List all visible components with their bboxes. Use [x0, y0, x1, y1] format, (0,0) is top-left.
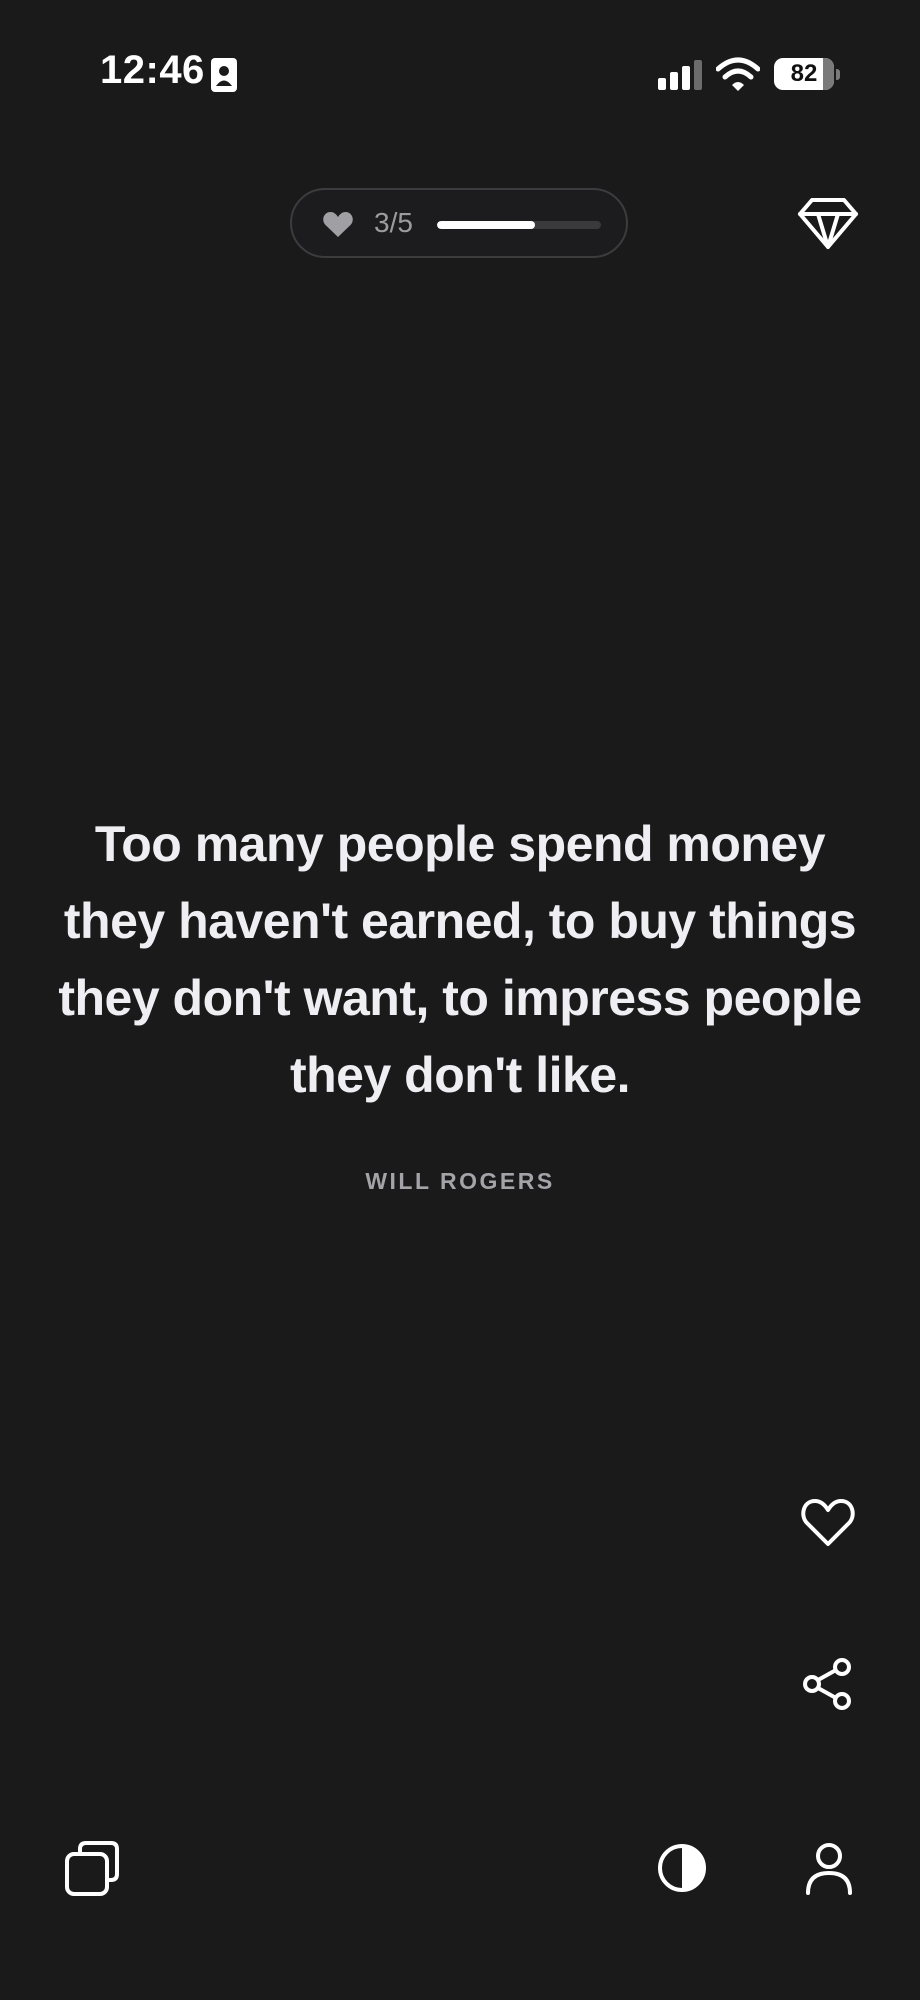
streak-progress-bar — [437, 221, 601, 229]
share-icon[interactable] — [800, 1656, 856, 1712]
diamond-icon[interactable] — [797, 196, 859, 250]
signal-icon — [658, 60, 702, 90]
streak-count: 3/5 — [374, 207, 413, 238]
battery-icon: 82 — [774, 58, 840, 90]
status-bar: 12:46 82 — [0, 0, 920, 150]
contact-card-icon — [211, 58, 237, 92]
streak-progress-fill — [437, 221, 536, 229]
heart-outline-icon[interactable] — [800, 1496, 856, 1548]
battery-level: 82 — [790, 60, 818, 87]
collections-icon[interactable] — [64, 1840, 120, 1896]
heart-icon — [323, 212, 353, 237]
streak-progress-pill[interactable]: 3/5 — [290, 188, 628, 258]
status-time: 12:46 — [100, 48, 205, 92]
contrast-icon[interactable] — [656, 1842, 708, 1894]
wifi-icon — [716, 57, 760, 91]
quote-author: WILL ROGERS — [365, 1168, 555, 1194]
quote-text: Too many people spend money they haven't… — [58, 816, 862, 1103]
person-icon[interactable] — [804, 1842, 854, 1896]
